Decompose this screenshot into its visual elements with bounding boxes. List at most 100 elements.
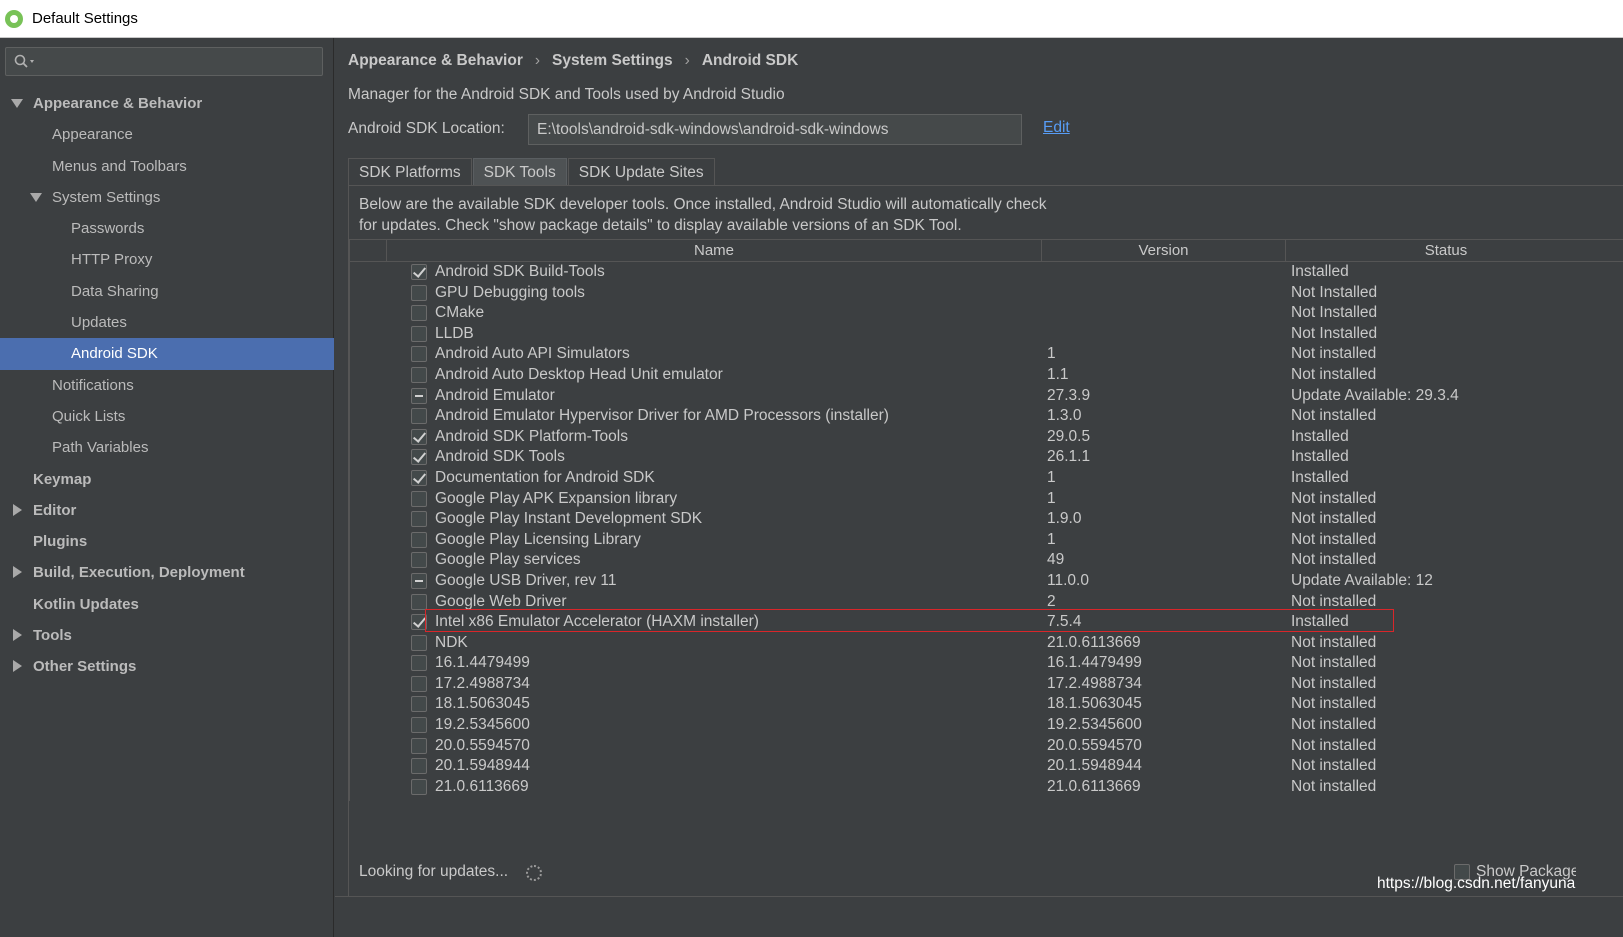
sidebar-item-http-proxy[interactable]: HTTP Proxy <box>0 244 334 275</box>
table-row[interactable]: Documentation for Android SDK 1 Installed <box>350 468 1623 489</box>
sidebar-item-system-settings[interactable]: System Settings <box>0 182 334 213</box>
row-checkbox[interactable] <box>411 696 427 713</box>
row-checkbox[interactable] <box>411 325 427 342</box>
table-row[interactable]: Google Play Licensing Library 1 Not instal… <box>350 530 1623 551</box>
tab-sdk-tools[interactable]: SDK Tools <box>472 158 567 186</box>
table-row[interactable]: 20.0.5594570 20.0.5594570 Not installed <box>350 736 1623 757</box>
table-row[interactable]: CMake Not Installed <box>350 303 1623 324</box>
search-input[interactable] <box>5 47 323 76</box>
sidebar-item-tools[interactable]: Tools <box>0 620 334 651</box>
row-checkbox[interactable] <box>411 428 427 445</box>
expand-arrow-right-icon[interactable] <box>13 566 22 579</box>
expand-arrow-down-icon[interactable] <box>30 192 42 202</box>
table-row[interactable]: GPU Debugging tools Not Installed <box>350 283 1623 304</box>
row-name: Google Play services <box>435 551 581 569</box>
sidebar-item-appearance-behavior[interactable]: Appearance & Behavior <box>0 88 334 119</box>
row-checkbox[interactable] <box>411 655 427 672</box>
sidebar-item-build-execution-deployment[interactable]: Build, Execution, Deployment <box>0 557 334 588</box>
row-checkbox[interactable] <box>411 593 427 610</box>
row-checkbox[interactable] <box>411 408 427 425</box>
row-checkbox[interactable] <box>411 552 427 569</box>
sidebar-item-label: Android SDK <box>71 345 158 363</box>
table-row[interactable]: Google Play Instant Development SDK 1.9.0… <box>350 509 1623 530</box>
edit-link[interactable]: Edit <box>1043 119 1070 137</box>
table-row[interactable]: LLDB Not Installed <box>350 324 1623 345</box>
table-row[interactable]: Google Play services 49 Not installed <box>350 550 1623 571</box>
tab-sdk-update-sites[interactable]: SDK Update Sites <box>567 158 715 186</box>
sidebar-item-updates[interactable]: Updates <box>0 307 334 338</box>
expand-arrow-right-icon[interactable] <box>13 660 22 673</box>
sidebar-item-menus-and-toolbars[interactable]: Menus and Toolbars <box>0 151 334 182</box>
table-row[interactable]: Android Emulator 27.3.9 Update Available: … <box>350 386 1623 407</box>
row-checkbox[interactable] <box>411 449 427 466</box>
sidebar-item-quick-lists[interactable]: Quick Lists <box>0 401 334 432</box>
row-version: 11.0.0 <box>1047 571 1089 589</box>
table-row[interactable]: Google Play APK Expansion library 1 Not in… <box>350 489 1623 510</box>
row-checkbox[interactable] <box>411 717 427 734</box>
table-row[interactable]: 18.1.5063045 18.1.5063045 Not installed <box>350 694 1623 715</box>
row-name: Google USB Driver, rev 11 <box>435 571 617 589</box>
table-row[interactable]: Android Auto Desktop Head Unit emulator 1… <box>350 365 1623 386</box>
sidebar-item-editor[interactable]: Editor <box>0 495 334 526</box>
sdk-location-field[interactable]: E:\tools\android-sdk-windows\android-sdk… <box>528 114 1022 145</box>
column-header-status[interactable]: Status <box>1286 240 1606 262</box>
table-row[interactable]: NDK 21.0.6113669 Not installed <box>350 633 1623 654</box>
sidebar-item-passwords[interactable]: Passwords <box>0 213 334 244</box>
table-row[interactable]: 20.1.5948944 20.1.5948944 Not installed <box>350 756 1623 777</box>
sidebar-item-other-settings[interactable]: Other Settings <box>0 651 334 682</box>
row-name: 18.1.5063045 <box>435 695 530 713</box>
sidebar-item-notifications[interactable]: Notifications <box>0 370 334 401</box>
row-checkbox[interactable] <box>411 264 427 280</box>
column-header-name[interactable]: Name <box>387 240 1041 262</box>
row-status: Not installed <box>1291 345 1377 363</box>
table-row[interactable]: 21.0.6113669 21.0.6113669 Not installed <box>350 777 1623 798</box>
breadcrumb-part: Appearance & Behavior <box>348 52 523 69</box>
row-checkbox[interactable] <box>411 490 427 507</box>
main-panel: Appearance & Behavior › System Settings › An… <box>335 38 1623 937</box>
row-version: 21.0.6113669 <box>1047 633 1141 651</box>
sidebar-item-label: Keymap <box>33 470 92 488</box>
sidebar-item-android-sdk[interactable]: Android SDK <box>0 338 334 370</box>
row-checkbox[interactable] <box>411 511 427 528</box>
row-checkbox[interactable] <box>411 531 427 548</box>
table-row[interactable]: 16.1.4479499 16.1.4479499 Not installed <box>350 653 1623 674</box>
row-name: Google Play Instant Development SDK <box>435 510 703 528</box>
sidebar-item-plugins[interactable]: Plugins <box>0 526 334 557</box>
table-row[interactable]: Google USB Driver, rev 11 11.0.0 Update Av… <box>350 571 1623 592</box>
table-row[interactable]: 17.2.4988734 17.2.4988734 Not installed <box>350 674 1623 695</box>
sidebar-item-path-variables[interactable]: Path Variables <box>0 432 334 463</box>
table-header: Name Version Status <box>350 240 1623 262</box>
row-checkbox[interactable] <box>411 778 427 795</box>
table-row[interactable]: Android SDK Build-Tools Installed <box>350 262 1623 283</box>
sidebar-item-label: Updates <box>71 314 127 332</box>
row-checkbox[interactable] <box>411 305 427 322</box>
row-checkbox[interactable] <box>411 572 427 589</box>
row-checkbox[interactable] <box>411 675 427 692</box>
table-row[interactable]: 19.2.5345600 19.2.5345600 Not installed <box>350 715 1623 736</box>
row-name: 17.2.4988734 <box>435 674 530 692</box>
sidebar-item-kotlin-updates[interactable]: Kotlin Updates <box>0 589 334 620</box>
sidebar-item-label: Plugins <box>33 533 88 551</box>
table-row[interactable]: Android Auto API Simulators 1 Not installe… <box>350 344 1623 365</box>
column-header-version[interactable]: Version <box>1042 240 1285 262</box>
row-checkbox[interactable] <box>411 387 427 404</box>
row-checkbox[interactable] <box>411 346 427 363</box>
tab-sdk-platforms[interactable]: SDK Platforms <box>348 158 472 186</box>
sidebar-item-appearance[interactable]: Appearance <box>0 119 334 150</box>
settings-tree: Appearance & Behavior Appearance Menus and… <box>0 88 334 683</box>
expand-arrow-right-icon[interactable] <box>13 629 22 642</box>
expand-arrow-right-icon[interactable] <box>13 503 22 516</box>
row-checkbox[interactable] <box>411 284 427 301</box>
row-checkbox[interactable] <box>411 737 427 754</box>
table-row[interactable]: Android Emulator Hypervisor Driver for A… <box>350 406 1623 427</box>
sidebar-item-keymap[interactable]: Keymap <box>0 464 334 495</box>
sidebar-item-data-sharing[interactable]: Data Sharing <box>0 276 334 307</box>
expand-arrow-down-icon[interactable] <box>11 99 23 108</box>
row-checkbox[interactable] <box>411 366 427 383</box>
table-row[interactable]: Android SDK Platform-Tools 29.0.5 Installe… <box>350 427 1623 448</box>
row-checkbox[interactable] <box>411 634 427 651</box>
row-checkbox[interactable] <box>411 469 427 486</box>
table-row[interactable]: Android SDK Tools 26.1.1 Installed <box>350 447 1623 468</box>
sidebar-item-label: Menus and Toolbars <box>52 157 187 175</box>
row-checkbox[interactable] <box>411 758 427 775</box>
